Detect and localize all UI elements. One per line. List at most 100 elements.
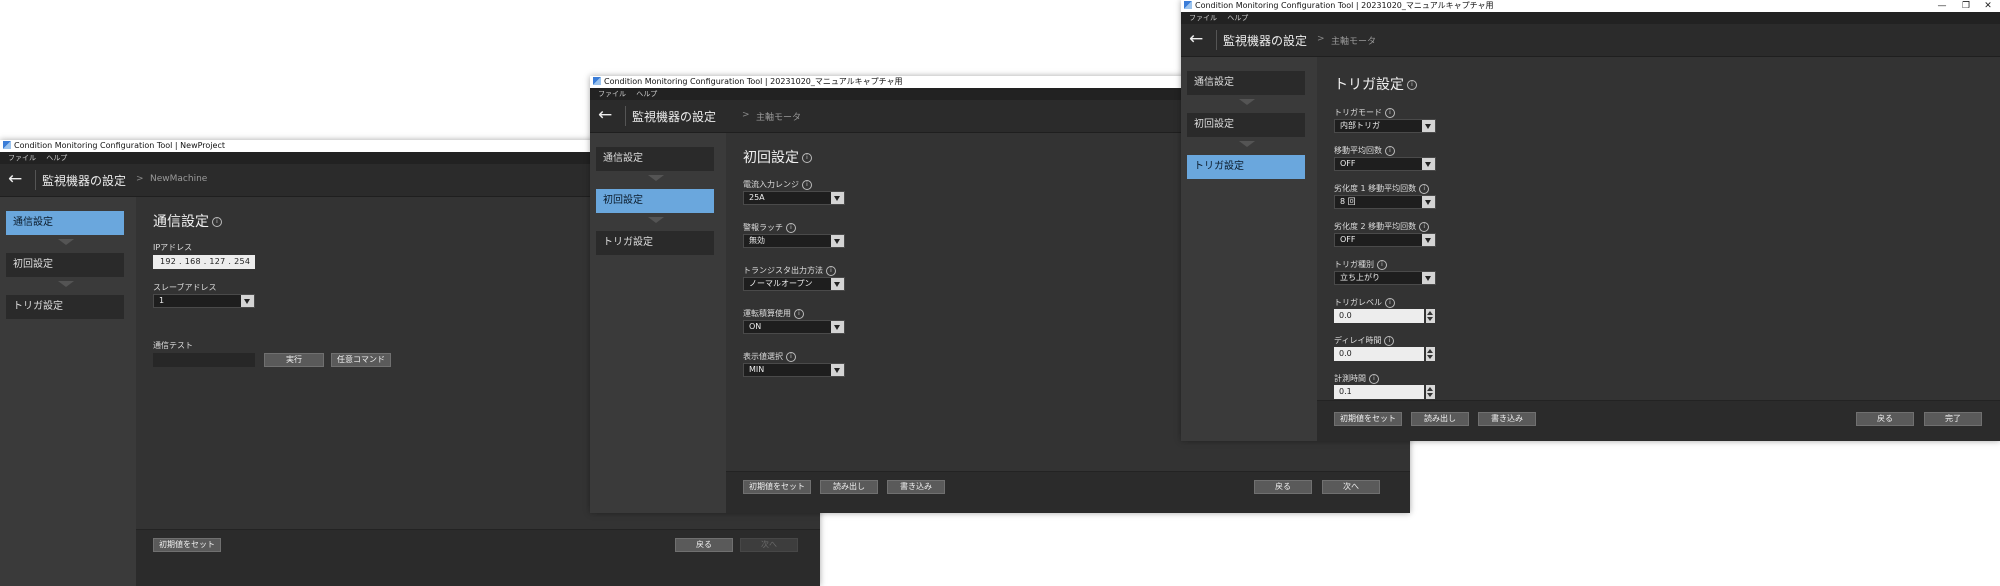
info-icon[interactable]: i bbox=[786, 351, 796, 362]
spin-down-icon[interactable] bbox=[1427, 317, 1433, 321]
chevron-down-icon[interactable] bbox=[831, 192, 844, 204]
menu-file[interactable]: ファイル bbox=[598, 88, 626, 100]
run-button[interactable]: 実行 bbox=[264, 353, 324, 367]
field-label-text: ディレイ時間 bbox=[1334, 336, 1382, 345]
info-icon[interactable]: i bbox=[1385, 107, 1395, 118]
info-icon[interactable]: i bbox=[1385, 297, 1395, 308]
info-icon[interactable]: i bbox=[794, 308, 804, 319]
divider bbox=[1216, 30, 1217, 50]
field-label: トリガレベル i bbox=[1334, 297, 1395, 308]
set-defaults-button[interactable]: 初期値をセット bbox=[743, 480, 811, 494]
info-icon[interactable]: i bbox=[802, 179, 812, 190]
next-button[interactable]: 次へ bbox=[1322, 480, 1380, 494]
write-button[interactable]: 書き込み bbox=[1478, 412, 1536, 426]
chevron-down-icon[interactable] bbox=[831, 235, 844, 247]
trigger-level-input[interactable]: 0.0 bbox=[1334, 309, 1424, 323]
info-icon[interactable]: i bbox=[786, 222, 796, 233]
select-value: 立ち上がり bbox=[1340, 273, 1380, 282]
measure-time-input[interactable]: 0.1 bbox=[1334, 385, 1424, 399]
spin-down-icon[interactable] bbox=[1427, 393, 1433, 397]
spin-up-icon[interactable] bbox=[1427, 349, 1433, 353]
display-value-select[interactable]: MIN bbox=[743, 363, 845, 377]
read-button[interactable]: 読み出し bbox=[1411, 412, 1469, 426]
info-icon[interactable]: i bbox=[826, 265, 836, 276]
sidebar-item-communication[interactable]: 通信設定 bbox=[6, 211, 124, 235]
section-title-text: 初回設定 bbox=[743, 150, 799, 166]
spin-up-icon[interactable] bbox=[1427, 387, 1433, 391]
chevron-down-icon[interactable] bbox=[831, 278, 844, 290]
delay-time-input[interactable]: 0.0 bbox=[1334, 347, 1424, 361]
back-button[interactable]: 戻る bbox=[675, 538, 733, 552]
back-button[interactable]: 戻る bbox=[1254, 480, 1312, 494]
back-button[interactable]: 戻る bbox=[1856, 412, 1914, 426]
trigger-level-stepper[interactable] bbox=[1426, 309, 1435, 323]
read-button[interactable]: 読み出し bbox=[820, 480, 878, 494]
info-icon[interactable]: i bbox=[1377, 259, 1387, 270]
degradation2-average-select[interactable]: OFF bbox=[1334, 233, 1436, 247]
sidebar-item-initial[interactable]: 初回設定 bbox=[596, 189, 714, 213]
chevron-down-icon[interactable] bbox=[241, 295, 254, 307]
set-defaults-button[interactable]: 初期値をセット bbox=[1334, 412, 1402, 426]
menu-file[interactable]: ファイル bbox=[8, 152, 36, 164]
sidebar-item-initial[interactable]: 初回設定 bbox=[6, 253, 124, 277]
trigger-mode-select[interactable]: 内部トリガ bbox=[1334, 119, 1436, 133]
breadcrumb[interactable]: 主軸モータ bbox=[756, 110, 801, 123]
measure-time-stepper[interactable] bbox=[1426, 385, 1435, 399]
info-icon[interactable]: i bbox=[1369, 373, 1379, 384]
chevron-down-icon[interactable] bbox=[831, 364, 844, 376]
breadcrumb[interactable]: 主軸モータ bbox=[1331, 34, 1376, 47]
app-icon bbox=[593, 77, 601, 85]
info-icon[interactable]: i bbox=[1419, 221, 1430, 232]
field-label-text: トリガモード bbox=[1334, 108, 1382, 117]
back-arrow-icon[interactable]: ← bbox=[598, 105, 620, 125]
field-label: トリガモード i bbox=[1334, 107, 1395, 118]
chevron-down-icon[interactable] bbox=[1422, 196, 1435, 208]
info-icon[interactable]: i bbox=[1419, 183, 1430, 194]
run-accumulation-select[interactable]: ON bbox=[743, 320, 845, 334]
chevron-down-icon[interactable] bbox=[831, 321, 844, 333]
close-icon[interactable]: ✕ bbox=[1978, 0, 1998, 12]
minimize-icon[interactable]: — bbox=[1932, 0, 1952, 12]
current-range-select[interactable]: 25A bbox=[743, 191, 845, 205]
trigger-type-select[interactable]: 立ち上がり bbox=[1334, 271, 1436, 285]
sidebar-item-communication[interactable]: 通信設定 bbox=[1187, 71, 1305, 95]
menu-file[interactable]: ファイル bbox=[1189, 12, 1217, 24]
divider bbox=[625, 106, 626, 126]
slave-address-select[interactable]: 1 bbox=[153, 294, 255, 308]
spin-up-icon[interactable] bbox=[1427, 311, 1433, 315]
info-icon[interactable]: i bbox=[1384, 335, 1395, 346]
back-arrow-icon[interactable]: ← bbox=[1189, 29, 1211, 49]
done-button[interactable]: 完了 bbox=[1924, 412, 1982, 426]
breadcrumb[interactable]: NewMachine bbox=[150, 174, 207, 184]
info-icon[interactable]: i bbox=[802, 153, 812, 163]
moving-average-select[interactable]: OFF bbox=[1334, 157, 1436, 171]
ip-address-input[interactable]: 192 . 168 . 127 . 254 bbox=[153, 255, 255, 269]
arbitrary-command-button[interactable]: 任意コマンド bbox=[331, 353, 391, 367]
menu-help[interactable]: ヘルプ bbox=[636, 88, 657, 100]
alarm-latch-select[interactable]: 無効 bbox=[743, 234, 845, 248]
chevron-down-icon[interactable] bbox=[1422, 120, 1435, 132]
info-icon[interactable]: i bbox=[1385, 145, 1395, 156]
spin-down-icon[interactable] bbox=[1427, 355, 1433, 359]
restore-icon[interactable]: ❐ bbox=[1956, 0, 1976, 12]
write-button[interactable]: 書き込み bbox=[887, 480, 945, 494]
sidebar-item-communication[interactable]: 通信設定 bbox=[596, 147, 714, 171]
chevron-down-icon[interactable] bbox=[1422, 234, 1435, 246]
chevron-down-icon[interactable] bbox=[1422, 272, 1435, 284]
sidebar-item-trigger[interactable]: トリガ設定 bbox=[6, 295, 124, 319]
chevron-down-icon[interactable] bbox=[1422, 158, 1435, 170]
degradation1-average-select[interactable]: 8 回 bbox=[1334, 195, 1436, 209]
page-title: 監視機器の設定 bbox=[632, 110, 717, 124]
sidebar-item-trigger[interactable]: トリガ設定 bbox=[1187, 155, 1305, 179]
delay-time-stepper[interactable] bbox=[1426, 347, 1435, 361]
back-arrow-icon[interactable]: ← bbox=[8, 169, 30, 189]
sidebar-item-trigger[interactable]: トリガ設定 bbox=[596, 231, 714, 255]
transistor-output-select[interactable]: ノーマルオープン bbox=[743, 277, 845, 291]
sidebar-item-initial[interactable]: 初回設定 bbox=[1187, 113, 1305, 137]
menu-help[interactable]: ヘルプ bbox=[46, 152, 67, 164]
info-icon[interactable]: i bbox=[1407, 80, 1417, 90]
set-defaults-button[interactable]: 初期値をセット bbox=[153, 538, 221, 552]
next-button[interactable]: 次へ bbox=[740, 538, 798, 552]
menu-help[interactable]: ヘルプ bbox=[1227, 12, 1248, 24]
info-icon[interactable]: i bbox=[212, 217, 222, 227]
